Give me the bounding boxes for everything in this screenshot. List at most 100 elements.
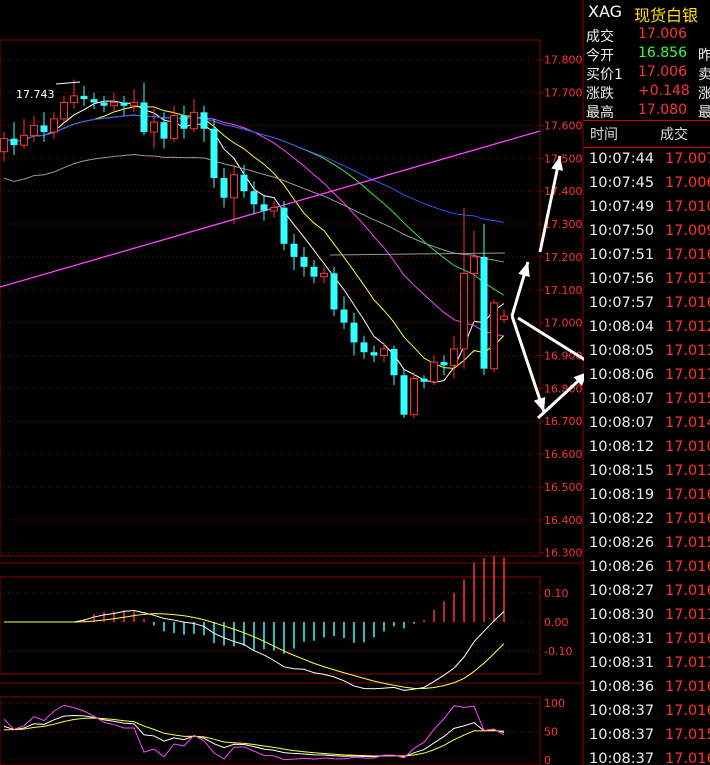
price-tick-label: 16.700 bbox=[544, 415, 583, 428]
ticks-header: 时间 成交 bbox=[584, 120, 710, 148]
quote-label: 最高 bbox=[586, 105, 614, 121]
candle-body bbox=[230, 174, 238, 199]
quote-extra-label: 最 bbox=[698, 105, 710, 121]
tick-row: 10:07:50 17.009 bbox=[584, 220, 710, 244]
tick-time: 10:07:56 bbox=[589, 271, 655, 287]
symbol-name: 现货白银 bbox=[634, 6, 699, 25]
tick-time: 10:08:36 bbox=[589, 679, 655, 695]
price-tick-label: 17.500 bbox=[544, 152, 583, 165]
ma20-line bbox=[3, 114, 505, 337]
tick-time: 10:08:15 bbox=[589, 463, 655, 479]
tick-time: 10:07:44 bbox=[589, 151, 655, 167]
candle-body bbox=[70, 95, 78, 103]
kdj-d-line bbox=[3, 717, 505, 757]
price-tick-label: 17.700 bbox=[544, 87, 583, 100]
candle-body bbox=[460, 272, 468, 350]
tick-row: 10:08:15 17.013 bbox=[584, 460, 710, 484]
macd-tick-label: 0.00 bbox=[544, 616, 569, 629]
candle-body bbox=[370, 352, 378, 356]
candle-body bbox=[410, 378, 418, 416]
candle-body bbox=[430, 361, 438, 383]
tick-price: 17.016 bbox=[665, 679, 710, 695]
tick-price: 17.016 bbox=[665, 583, 710, 599]
tick-time: 10:07:45 bbox=[589, 175, 655, 191]
tick-time: 10:08:26 bbox=[589, 559, 655, 575]
candle-body bbox=[220, 178, 228, 198]
candle-body bbox=[210, 128, 218, 179]
candle-body bbox=[260, 204, 268, 211]
arrow-shaft bbox=[538, 155, 562, 253]
candle-body bbox=[490, 302, 498, 370]
tick-time: 10:08:19 bbox=[589, 487, 655, 503]
candle-body bbox=[360, 342, 368, 353]
candle-body bbox=[110, 101, 118, 107]
main-panel-frame bbox=[0, 39, 541, 557]
quote-row: 今开 16.856 昨 bbox=[584, 43, 710, 64]
tick-price: 17.010 bbox=[665, 199, 710, 215]
tick-time: 10:08:30 bbox=[589, 607, 655, 623]
tick-price: 17.013 bbox=[665, 343, 710, 359]
candle-body bbox=[80, 95, 88, 100]
tick-time: 10:08:27 bbox=[589, 583, 655, 599]
high-label-leader bbox=[55, 81, 81, 85]
annotation-arrows bbox=[510, 155, 584, 420]
tick-price: 17.015 bbox=[665, 391, 710, 407]
tick-row: 10:08:07 17.014 bbox=[584, 412, 710, 436]
candle-body bbox=[240, 174, 248, 192]
kdj-tick-label: 100 bbox=[544, 697, 565, 710]
tick-price: 17.015 bbox=[665, 535, 710, 551]
quote-row: 成交 17.006 bbox=[584, 24, 710, 45]
candles bbox=[0, 79, 508, 418]
tick-price: 17.016 bbox=[665, 511, 710, 527]
indicator-panels: 0.10 0.00 -0.10 100 50 0 bbox=[0, 556, 572, 765]
price-axis: 17.800 17.700 17.600 17.500 17.400 17.300 17.2… bbox=[540, 54, 583, 560]
kline-chart[interactable]: 0.100.00-0.10100500 17.80017.70017.60017… bbox=[0, 0, 584, 765]
candle-body bbox=[0, 138, 8, 153]
tick-price: 17.016 bbox=[665, 631, 710, 647]
tick-row: 10:07:49 17.010 bbox=[584, 196, 710, 220]
tick-time: 10:08:26 bbox=[589, 535, 655, 551]
candle-body bbox=[420, 378, 428, 382]
tick-time: 10:07:57 bbox=[589, 295, 655, 311]
quote-value: 17.080 bbox=[638, 102, 687, 118]
tick-row: 10:08:05 17.013 bbox=[584, 340, 710, 364]
tick-price: 17.016 bbox=[665, 487, 710, 503]
candle-body bbox=[150, 121, 158, 133]
tick-row: 10:08:26 17.016 bbox=[584, 556, 710, 580]
ticks-header-price: 成交 bbox=[660, 127, 688, 143]
candle-body bbox=[40, 125, 48, 133]
tick-row: 10:08:36 17.016 bbox=[584, 676, 710, 700]
candle-body bbox=[470, 256, 478, 274]
candle-body bbox=[140, 102, 148, 133]
tick-time: 10:07:51 bbox=[589, 247, 655, 263]
quote-value: 17.006 bbox=[638, 64, 687, 80]
candle-body bbox=[330, 273, 338, 310]
tick-row: 10:08:22 17.016 bbox=[584, 508, 710, 532]
candle-body bbox=[160, 122, 168, 139]
candle-body bbox=[120, 102, 128, 106]
tick-row: 10:08:27 17.016 bbox=[584, 580, 710, 604]
tick-price: 17.016 bbox=[665, 295, 710, 311]
candle-body bbox=[90, 99, 98, 103]
tick-price: 17.017 bbox=[665, 367, 710, 383]
macd-tick-label: -0.10 bbox=[544, 645, 572, 658]
price-tick-label: 16.600 bbox=[544, 448, 583, 461]
tick-price: 17.016 bbox=[665, 247, 710, 263]
arrow-head bbox=[518, 262, 530, 278]
candle-body bbox=[350, 322, 358, 343]
tick-row: 10:08:07 17.015 bbox=[584, 388, 710, 412]
tick-row: 10:07:45 17.006 bbox=[584, 172, 710, 196]
candle-body bbox=[50, 118, 58, 133]
high-price-label: 17.743 bbox=[16, 88, 55, 101]
tick-row: 10:08:31 17.017 bbox=[584, 652, 710, 676]
moving-average-lines bbox=[0, 100, 541, 383]
candle-body bbox=[300, 256, 308, 267]
tick-row: 10:08:31 17.016 bbox=[584, 628, 710, 652]
tick-time: 10:08:04 bbox=[589, 319, 655, 335]
candle-body bbox=[310, 266, 318, 277]
tick-row: 10:08:19 17.016 bbox=[584, 484, 710, 508]
candle-body bbox=[10, 138, 18, 146]
tick-price: 17.014 bbox=[665, 415, 710, 431]
tick-row: 10:08:37 17.016 bbox=[584, 748, 710, 765]
tick-time: 10:08:07 bbox=[589, 391, 655, 407]
